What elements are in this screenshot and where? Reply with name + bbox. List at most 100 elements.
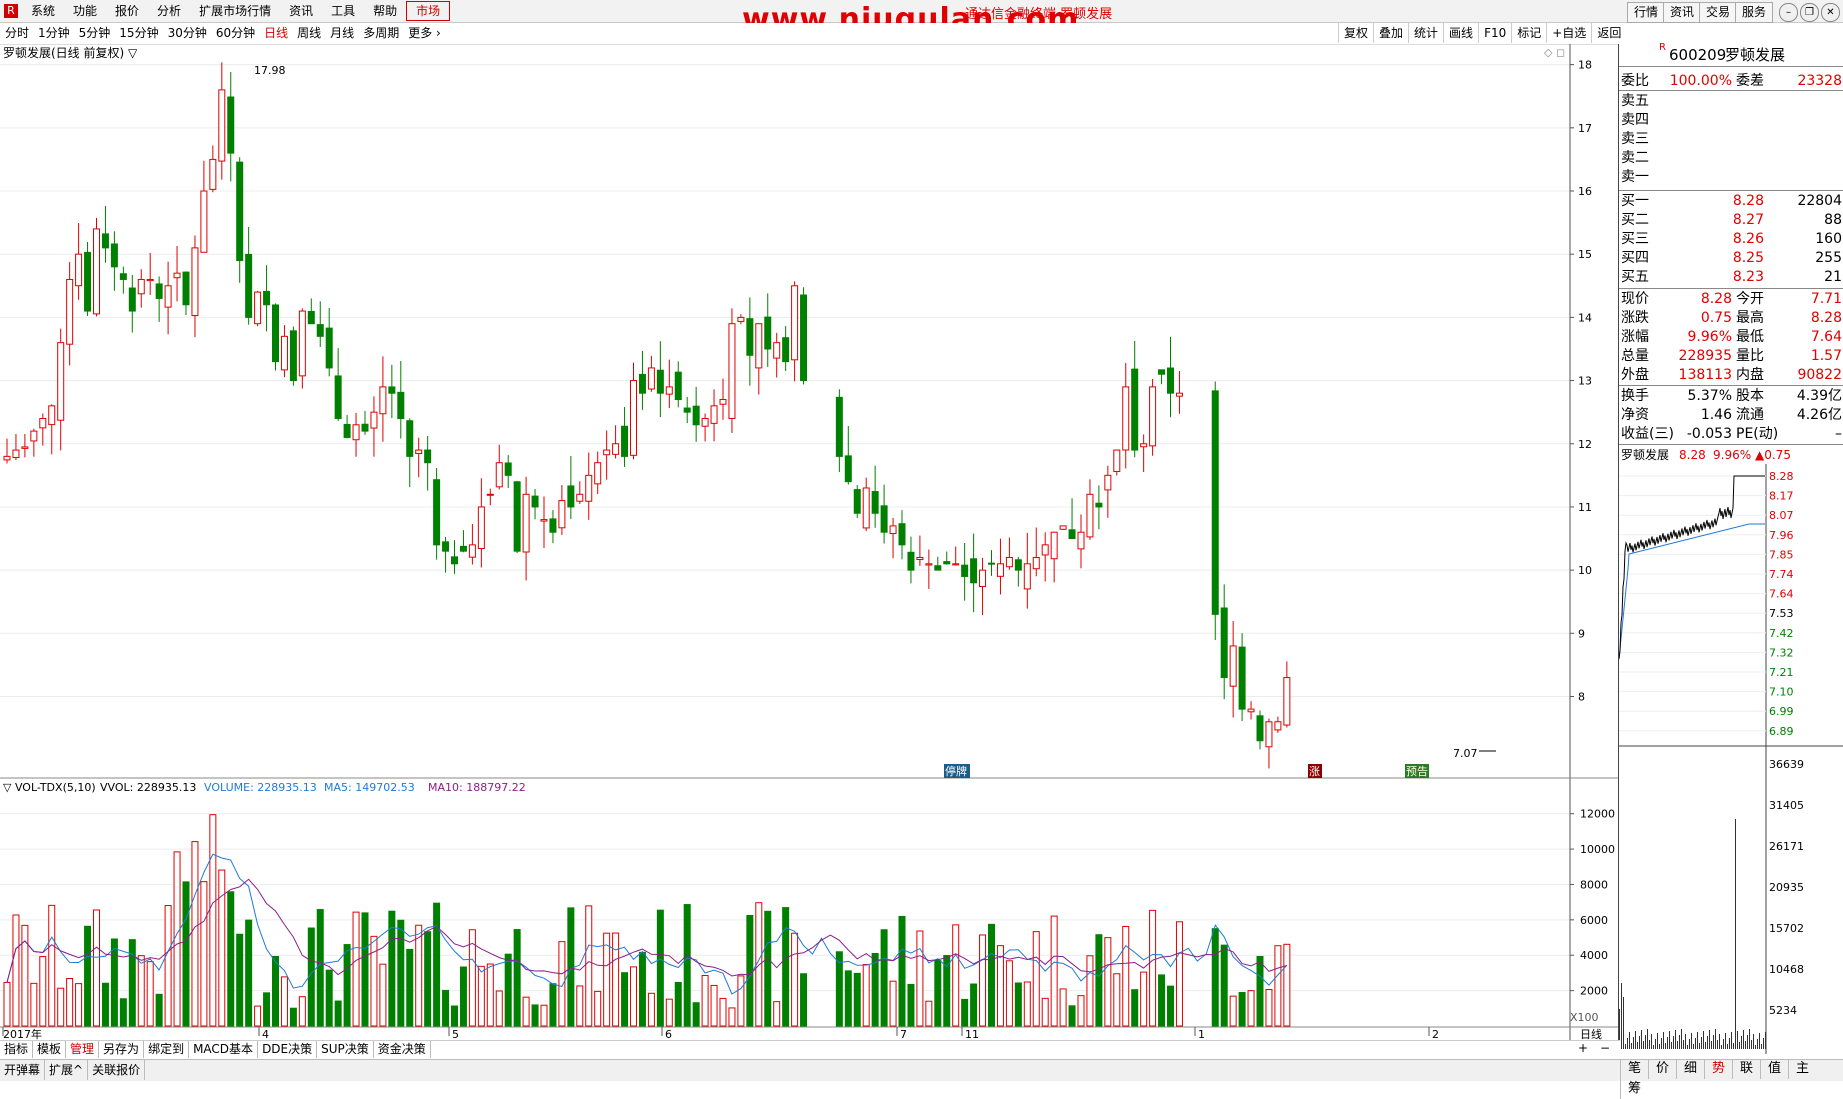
candle[interactable] xyxy=(567,456,575,520)
period-tab[interactable]: 月线 xyxy=(325,23,358,44)
menu-item[interactable]: 工具 xyxy=(322,0,364,22)
candle[interactable] xyxy=(245,226,253,325)
candle[interactable] xyxy=(361,410,369,435)
candle[interactable] xyxy=(504,455,512,489)
period-tab[interactable]: 30分钟 xyxy=(163,23,211,44)
candle[interactable] xyxy=(263,265,271,332)
candle[interactable] xyxy=(961,543,969,601)
candle[interactable] xyxy=(621,407,629,467)
quote-mode-button[interactable]: 行情 xyxy=(1627,2,1666,23)
candle[interactable] xyxy=(352,412,360,457)
service-button[interactable]: 服务 xyxy=(1735,2,1774,23)
candle[interactable] xyxy=(1238,633,1246,722)
candle[interactable] xyxy=(549,510,557,544)
diamond-icon[interactable]: ◇ xyxy=(1544,46,1553,59)
candle[interactable] xyxy=(594,451,602,494)
candle[interactable] xyxy=(683,396,691,424)
candle[interactable] xyxy=(674,361,682,408)
candle[interactable] xyxy=(307,298,315,325)
candle[interactable] xyxy=(1041,532,1049,582)
candle[interactable] xyxy=(12,434,20,460)
candle[interactable] xyxy=(701,413,709,442)
candle[interactable] xyxy=(1256,710,1264,750)
candle[interactable] xyxy=(710,389,718,442)
candle[interactable] xyxy=(665,359,673,409)
candle[interactable] xyxy=(1158,369,1166,385)
vol-indicator-title[interactable]: ▽ VOL-TDX(5,10) xyxy=(3,781,96,794)
candle[interactable] xyxy=(75,223,83,300)
menu-item[interactable]: 报价 xyxy=(106,0,148,22)
candle[interactable] xyxy=(898,510,906,560)
quote-tab[interactable]: 主 xyxy=(1788,1059,1816,1079)
candle[interactable] xyxy=(1050,531,1058,583)
candle[interactable] xyxy=(782,325,790,372)
zoom-out-icon[interactable]: − xyxy=(1600,1040,1610,1057)
candle[interactable] xyxy=(1086,479,1094,540)
candle[interactable] xyxy=(737,314,745,325)
candle[interactable] xyxy=(1220,584,1228,700)
menu-item[interactable]: 系统 xyxy=(22,0,64,22)
candle[interactable] xyxy=(970,533,978,613)
menu-item[interactable]: 分析 xyxy=(148,0,190,22)
candle[interactable] xyxy=(1274,716,1282,733)
candle[interactable] xyxy=(1068,498,1076,540)
menu-item-market[interactable]: 市场 xyxy=(406,1,451,21)
candle[interactable] xyxy=(1077,514,1085,569)
news-button[interactable]: 资讯 xyxy=(1663,2,1702,23)
candle[interactable] xyxy=(397,361,405,439)
candle[interactable] xyxy=(334,348,342,422)
candle[interactable] xyxy=(656,341,664,418)
candle[interactable] xyxy=(433,468,441,560)
candle[interactable] xyxy=(57,328,65,451)
candle[interactable] xyxy=(558,485,566,536)
minimize-icon[interactable]: – xyxy=(1779,3,1798,22)
candle[interactable] xyxy=(1229,621,1237,718)
candle[interactable] xyxy=(442,536,450,573)
chart-tool-button[interactable]: 返回 xyxy=(1591,23,1626,43)
candle[interactable] xyxy=(916,535,924,566)
candle[interactable] xyxy=(1140,434,1148,472)
candle[interactable] xyxy=(370,396,378,457)
candle[interactable] xyxy=(200,160,208,253)
status-item[interactable]: 扩展^ xyxy=(45,1060,89,1080)
indicator-tab[interactable]: 管理 xyxy=(66,1041,100,1058)
chart-tool-button[interactable]: F10 xyxy=(1478,23,1511,43)
quote-tab[interactable]: 联 xyxy=(1732,1059,1760,1079)
candle[interactable] xyxy=(236,157,244,283)
candle[interactable] xyxy=(853,485,861,518)
candle[interactable] xyxy=(513,480,521,554)
limit-up-marker[interactable]: 涨 xyxy=(1309,765,1320,778)
period-tab[interactable]: 5分钟 xyxy=(74,23,115,44)
quote-tab[interactable]: 筹 xyxy=(1620,1079,1648,1099)
candle[interactable] xyxy=(862,477,870,532)
candle[interactable] xyxy=(272,303,279,371)
chart-tool-button[interactable]: 画线 xyxy=(1443,23,1478,43)
candle[interactable] xyxy=(137,269,145,308)
candle[interactable] xyxy=(612,425,620,459)
trade-button[interactable]: 交易 xyxy=(1699,2,1738,23)
indicator-tab[interactable]: MACD基本 xyxy=(189,1041,259,1058)
candle[interactable] xyxy=(844,426,852,485)
candle[interactable] xyxy=(48,404,56,455)
candle[interactable] xyxy=(254,290,262,327)
candle[interactable] xyxy=(934,556,942,571)
candle[interactable] xyxy=(835,389,843,473)
candle[interactable] xyxy=(952,546,960,566)
candle[interactable] xyxy=(3,438,11,464)
intraday-mini-chart[interactable]: 8.28 8.17 8.07 7.96 7.85 7.74 7.64 7.53 7.42 7.32… xyxy=(1619,464,1843,1054)
candle[interactable] xyxy=(907,536,915,584)
candle[interactable] xyxy=(880,484,888,544)
indicator-tab[interactable]: 另存为 xyxy=(99,1041,145,1058)
candle[interactable] xyxy=(1095,485,1103,530)
restore-icon[interactable]: ❐ xyxy=(1800,3,1819,22)
zoom-in-icon[interactable]: + xyxy=(1578,1040,1588,1057)
candle[interactable] xyxy=(692,386,700,442)
period-tab[interactable]: 分时 xyxy=(0,23,33,44)
chart-tool-button[interactable]: 叠加 xyxy=(1373,23,1408,43)
chart-tool-button[interactable]: 复权 xyxy=(1338,23,1373,43)
chart-tool-button[interactable]: +自选 xyxy=(1546,23,1591,43)
candle[interactable] xyxy=(155,276,163,322)
candle[interactable] xyxy=(325,307,333,377)
period-tab[interactable]: 日线 xyxy=(259,23,292,44)
candle[interactable] xyxy=(164,261,172,335)
